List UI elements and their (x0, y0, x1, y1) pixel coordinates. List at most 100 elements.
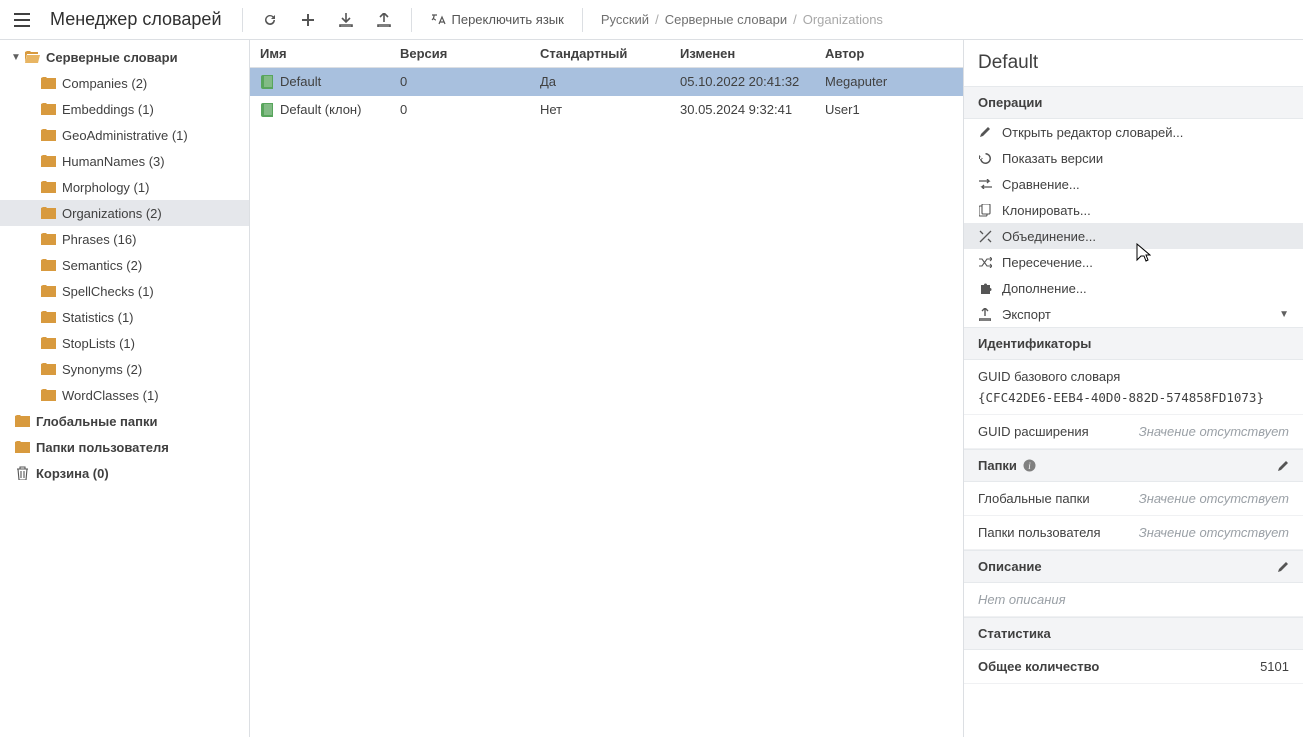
total-count-row: Общее количество 5101 (964, 650, 1303, 684)
translate-icon (430, 13, 446, 27)
tree-dict-label: Organizations (2) (62, 206, 162, 221)
op-export[interactable]: Экспорт ▼ (964, 301, 1303, 327)
tree-dict-label: Phrases (16) (62, 232, 136, 247)
user-folders-row: Папки пользователя Значение отсутствует (964, 516, 1303, 550)
trash-icon (14, 466, 30, 480)
op-complement[interactable]: Дополнение... (964, 275, 1303, 301)
op-compare[interactable]: Сравнение... (964, 171, 1303, 197)
folder-icon (40, 337, 56, 349)
caret-down-icon: ▼ (1279, 309, 1289, 320)
tree-dict-item[interactable]: Embeddings (1) (0, 96, 249, 122)
refresh-button[interactable] (253, 5, 287, 35)
folder-icon (14, 441, 30, 453)
shuffle-icon (978, 257, 992, 268)
user-folders-label: Папки пользователя (978, 525, 1101, 540)
op-versions[interactable]: Показать версии (964, 145, 1303, 171)
grid-row[interactable]: Default (клон)0Нет30.05.2024 9:32:41User… (250, 96, 963, 124)
description-header: Описание (964, 550, 1303, 583)
op-union-label: Объединение... (1002, 229, 1289, 244)
op-open-editor-label: Открыть редактор словарей... (1002, 125, 1289, 140)
export-button[interactable] (367, 5, 401, 35)
tree-global-folders[interactable]: Глобальные папки (0, 408, 249, 434)
cell-modified: 30.05.2024 9:32:41 (680, 102, 825, 117)
op-compare-label: Сравнение... (1002, 177, 1289, 192)
tree-root-label: Серверные словари (46, 50, 178, 65)
grid-row[interactable]: Default0Да05.10.2022 20:41:32Megaputer (250, 68, 963, 96)
tree-dict-label: WordClasses (1) (62, 388, 159, 403)
tree-dict-item[interactable]: StopLists (1) (0, 330, 249, 356)
tree-dict-label: GeoAdministrative (1) (62, 128, 188, 143)
col-modified[interactable]: Изменен (680, 46, 825, 61)
cell-version: 0 (400, 74, 540, 89)
cell-modified: 05.10.2022 20:41:32 (680, 74, 825, 89)
operations-header-label: Операции (978, 95, 1042, 110)
import-button[interactable] (329, 5, 363, 35)
tree-dict-item[interactable]: Semantics (2) (0, 252, 249, 278)
switch-language-label: Переключить язык (452, 12, 564, 27)
folder-icon (40, 103, 56, 115)
col-standard[interactable]: Стандартный (540, 46, 680, 61)
add-button[interactable] (291, 5, 325, 35)
history-icon (978, 152, 992, 165)
tree-dict-label: Semantics (2) (62, 258, 142, 273)
breadcrumb-root[interactable]: Русский (601, 12, 649, 27)
folder-icon (40, 389, 56, 401)
details-panel: Default Операции Открыть редактор словар… (963, 40, 1303, 737)
folder-icon (40, 311, 56, 323)
folders-header: Папки i (964, 449, 1303, 482)
edit-description-button[interactable] (1277, 561, 1289, 573)
pencil-icon (978, 126, 992, 138)
folder-icon (40, 181, 56, 193)
operations-header: Операции (964, 86, 1303, 119)
col-version[interactable]: Версия (400, 46, 540, 61)
tree-trash[interactable]: Корзина (0) (0, 460, 249, 486)
guid-base-value: {CFC42DE6-EEB4-40D0-882D-574858FD1073} (978, 390, 1289, 405)
tree-dict-item[interactable]: Phrases (16) (0, 226, 249, 252)
sidebar: ▼ Серверные словари Companies (2)Embeddi… (0, 40, 250, 737)
op-complement-label: Дополнение... (1002, 281, 1289, 296)
tree-dict-item[interactable]: HumanNames (3) (0, 148, 249, 174)
tree-dict-item[interactable]: GeoAdministrative (1) (0, 122, 249, 148)
grid: Имя Версия Стандартный Изменен Автор Def… (250, 40, 963, 737)
panel-title: Default (964, 40, 1303, 86)
puzzle-icon (978, 282, 992, 295)
folder-icon (40, 285, 56, 297)
tree-user-folders[interactable]: Папки пользователя (0, 434, 249, 460)
stats-header: Статистика (964, 617, 1303, 650)
col-name[interactable]: Имя (260, 46, 400, 61)
tree-dict-item[interactable]: Morphology (1) (0, 174, 249, 200)
col-author[interactable]: Автор (825, 46, 953, 61)
op-clone[interactable]: Клонировать... (964, 197, 1303, 223)
tree-root[interactable]: ▼ Серверные словари (0, 44, 249, 70)
cell-version: 0 (400, 102, 540, 117)
swap-icon (978, 179, 992, 189)
folder-icon (40, 233, 56, 245)
breadcrumb-mid[interactable]: Серверные словари (665, 12, 787, 27)
divider (411, 8, 412, 32)
breadcrumb-current: Organizations (803, 12, 883, 27)
dictionary-icon (260, 75, 274, 89)
tree-dict-item[interactable]: WordClasses (1) (0, 382, 249, 408)
menu-button[interactable] (8, 6, 36, 34)
op-versions-label: Показать версии (1002, 151, 1289, 166)
cell-name: Default (клон) (280, 102, 361, 117)
folder-icon (40, 363, 56, 375)
switch-language-button[interactable]: Переключить язык (422, 5, 572, 35)
tree-user-folders-label: Папки пользователя (36, 440, 169, 455)
ids-header: Идентификаторы (964, 327, 1303, 360)
edit-folders-button[interactable] (1277, 460, 1289, 472)
tree-dict-item[interactable]: Synonyms (2) (0, 356, 249, 382)
folders-header-label: Папки (978, 458, 1017, 473)
tree-dict-item[interactable]: Companies (2) (0, 70, 249, 96)
tree-dict-label: SpellChecks (1) (62, 284, 154, 299)
stats-header-label: Статистика (978, 626, 1051, 641)
tree-dict-item[interactable]: SpellChecks (1) (0, 278, 249, 304)
dictionary-icon (260, 103, 274, 117)
description-row: Нет описания (964, 583, 1303, 617)
tree-dict-item[interactable]: Statistics (1) (0, 304, 249, 330)
op-union[interactable]: Объединение... (964, 223, 1303, 249)
tree-dict-item[interactable]: Organizations (2) (0, 200, 249, 226)
op-open-editor[interactable]: Открыть редактор словарей... (964, 119, 1303, 145)
op-intersect[interactable]: Пересечение... (964, 249, 1303, 275)
total-count-value: 5101 (1260, 659, 1289, 674)
